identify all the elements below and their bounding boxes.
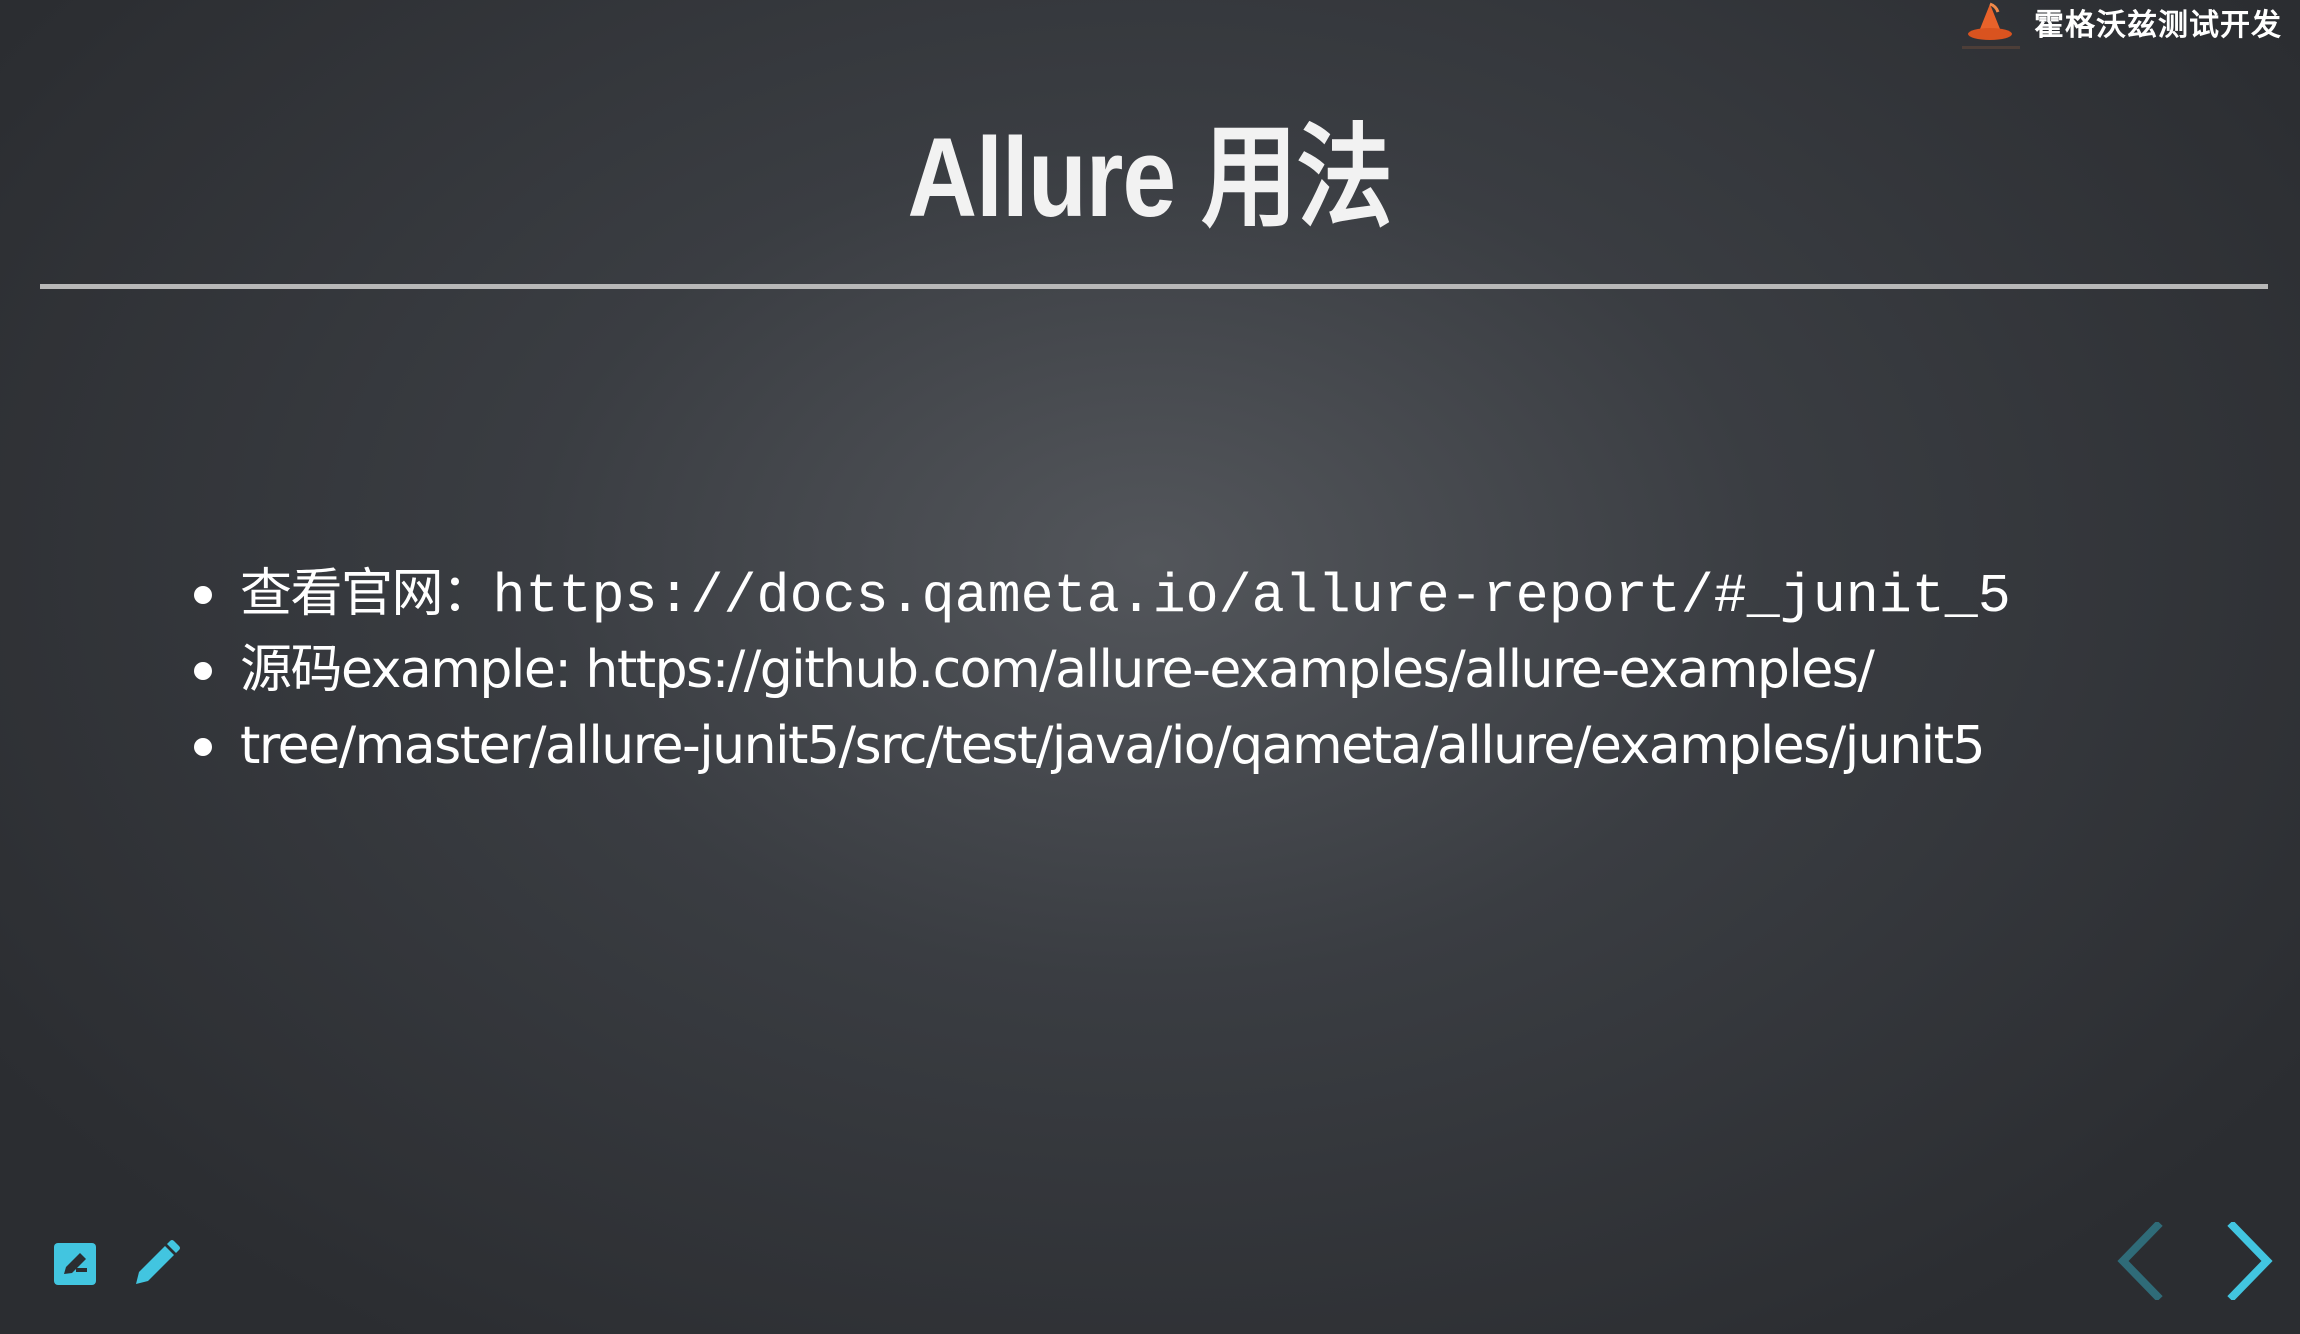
edit-note-icon <box>52 1241 98 1291</box>
title-area: Allure 用法 <box>0 112 2300 244</box>
pencil-icon <box>130 1238 182 1294</box>
source-path-link[interactable]: tree/master/allure-junit5/src/test/java/… <box>240 716 1986 776</box>
brand: 霍格沃兹测试开发 <box>1960 0 2282 58</box>
prev-slide-button[interactable] <box>2105 1218 2175 1308</box>
edit-note-button[interactable] <box>47 1238 103 1294</box>
slide-content: 查看官网：https://docs.qameta.io/allure-repor… <box>190 556 2240 784</box>
item-label-source: 源码example: <box>240 640 586 700</box>
slide-title: Allure 用法 <box>907 115 1393 240</box>
wizard-hat-logo-icon <box>1960 0 2026 58</box>
chevron-left-icon <box>2115 1220 2165 1304</box>
item-label-docs: 查看官网： <box>240 564 494 624</box>
docs-link[interactable]: https://docs.qameta.io/allure-report/#_j… <box>493 565 2011 628</box>
list-item-docs: 查看官网：https://docs.qameta.io/allure-repor… <box>190 556 2240 632</box>
brand-name: 霍格沃兹测试开发 <box>2034 8 2282 43</box>
next-slide-button[interactable] <box>2215 1218 2285 1308</box>
bullet-list: 查看官网：https://docs.qameta.io/allure-repor… <box>190 556 2240 784</box>
list-item-source: 源码example: https://github.com/allure-exa… <box>190 632 2240 708</box>
chevron-right-icon <box>2225 1220 2275 1304</box>
list-item-path: tree/master/allure-junit5/src/test/java/… <box>190 708 2240 784</box>
title-divider <box>40 284 2268 289</box>
pen-button[interactable] <box>128 1238 184 1294</box>
source-link[interactable]: https://github.com/allure-examples/allur… <box>585 640 1875 700</box>
